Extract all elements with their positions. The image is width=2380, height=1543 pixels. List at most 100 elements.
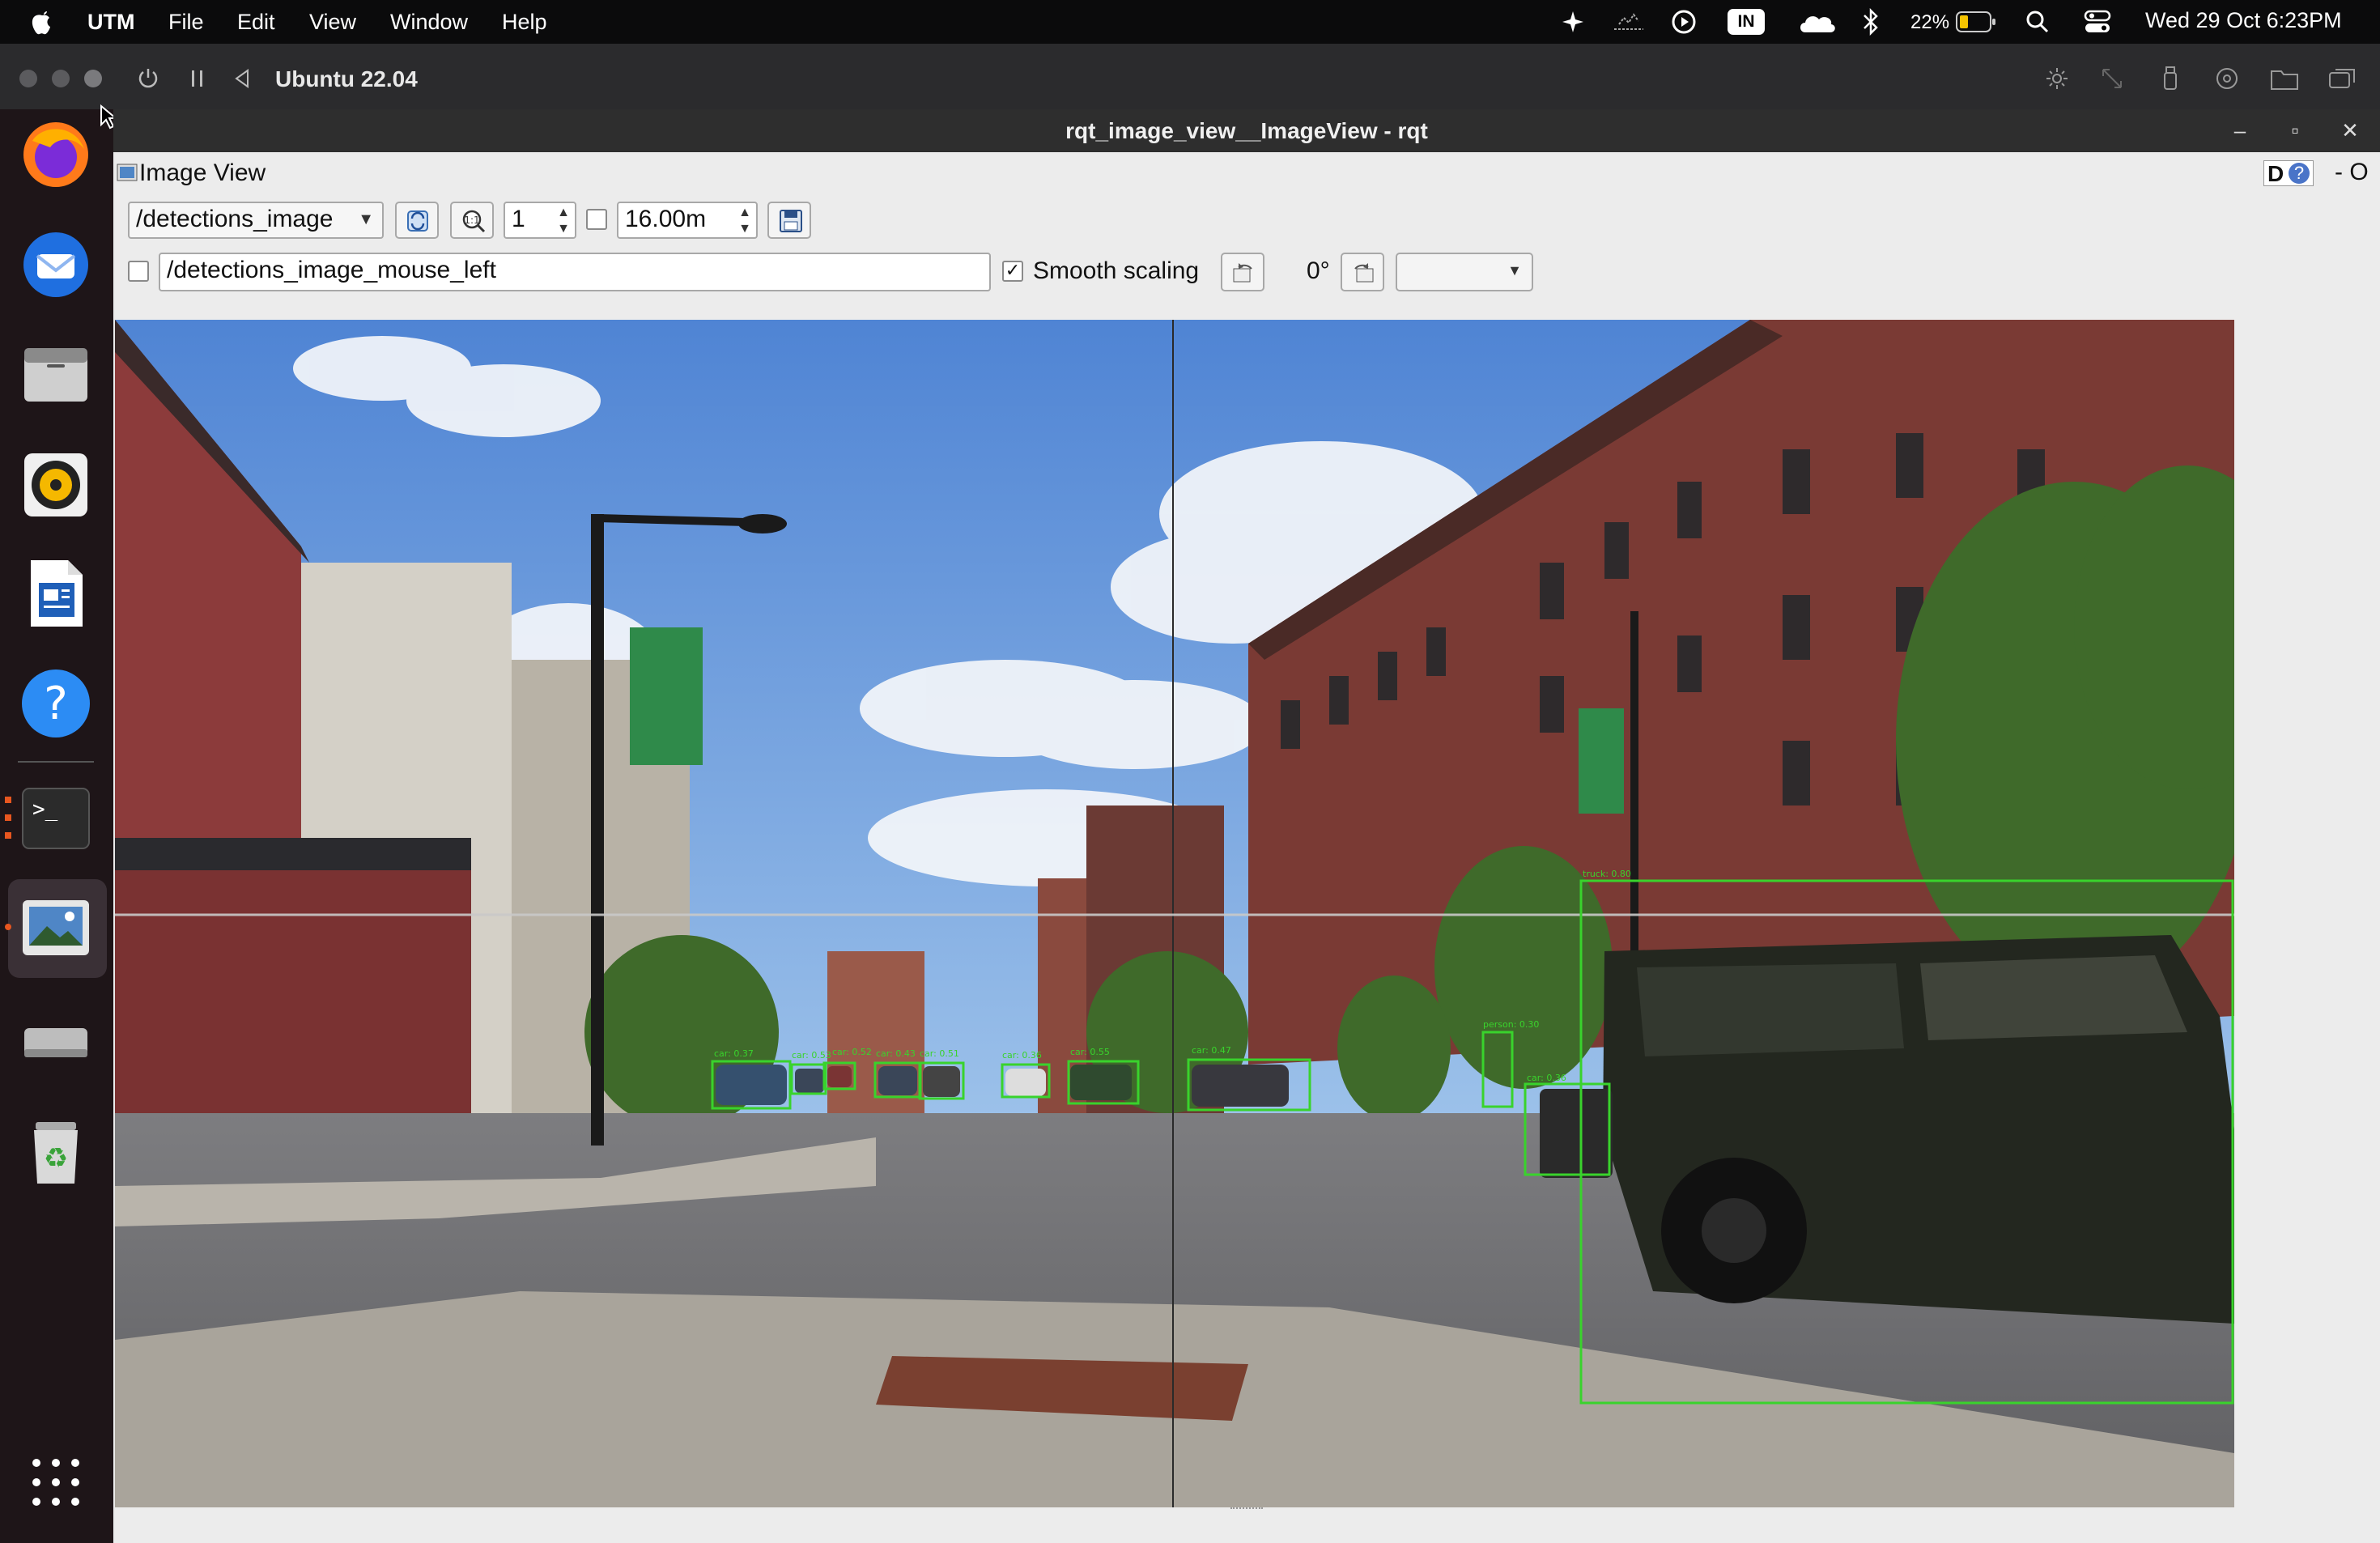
mouse-topic-input[interactable]: /detections_image_mouse_left [159, 253, 991, 291]
vm-name: Ubuntu 22.04 [275, 66, 418, 91]
plugin-title: Image View [139, 159, 266, 186]
window-maximize-button[interactable]: ▫ [2276, 112, 2314, 149]
detection-label: car: 0.51 [920, 1048, 959, 1059]
shared-folder-icon[interactable] [2270, 66, 2299, 91]
macos-menubar: UTM File Edit View Window Help IN 22% We… [0, 0, 2380, 44]
resize-grip[interactable] [1230, 1507, 1263, 1514]
menu-file[interactable]: File [168, 10, 204, 35]
bluetooth-icon[interactable] [1862, 8, 1880, 36]
plugin-d-button[interactable]: D ? [2263, 160, 2314, 186]
menu-app-utm[interactable]: UTM [87, 10, 134, 35]
window-minimize-dot[interactable] [52, 70, 70, 87]
rotate-right-button[interactable] [1341, 253, 1384, 291]
detection-label: car: 0.36 [1527, 1073, 1566, 1083]
help-circle-icon[interactable]: ? [2289, 163, 2310, 184]
svg-text:♻: ♻ [44, 1142, 68, 1175]
image-viewer-icon[interactable] [18, 891, 94, 967]
smooth-scaling-checkbox[interactable]: ✓ [1002, 261, 1023, 282]
zoom-value: 1 [512, 206, 525, 232]
drive-dock-icon[interactable] [18, 1004, 94, 1080]
help-icon[interactable]: ? [18, 665, 94, 742]
chevron-down-icon: ▼ [358, 210, 374, 228]
control-center-icon[interactable] [2084, 9, 2111, 35]
spotlight-search-icon[interactable] [2025, 10, 2050, 34]
image-view-plugin-icon [117, 164, 138, 181]
rotate-left-icon [1233, 263, 1252, 283]
save-icon [780, 210, 802, 232]
detection-label: person: 0.30 [1483, 1019, 1539, 1030]
window-zoom-dot[interactable] [84, 70, 102, 87]
topic-value: /detections_image [136, 206, 334, 232]
svg-text:?: ? [44, 678, 68, 730]
zoom-button[interactable]: 1:1 [450, 202, 494, 239]
plugin-extra-controls[interactable]: - O [2335, 159, 2369, 186]
image-viewer-running-indicator [5, 924, 11, 930]
windows-icon[interactable] [2328, 66, 2357, 91]
rotate-right-icon [1354, 263, 1374, 283]
publish-mouse-checkbox[interactable] [128, 261, 149, 282]
detection-label: car: 0.52 [832, 1047, 872, 1057]
menubar-datetime[interactable]: Wed 29 Oct 6:23PM [2145, 8, 2342, 33]
window-titlebar[interactable]: rqt_image_view__ImageView - rqt [113, 109, 2380, 152]
d-label: D [2267, 161, 2284, 186]
menu-window[interactable]: Window [390, 10, 468, 35]
detection-label: car: 0.47 [1192, 1045, 1231, 1056]
rotation-value: 0° [1307, 257, 1330, 284]
refresh-topics-button[interactable] [395, 202, 439, 239]
power-icon[interactable] [136, 66, 160, 91]
drive-icon[interactable] [2215, 66, 2239, 91]
show-apps-grid-icon[interactable] [31, 1457, 81, 1507]
rate-spinbox[interactable]: 16.00m ▲ ▼ [617, 202, 758, 239]
menu-view[interactable]: View [309, 10, 356, 35]
firefox-icon[interactable] [18, 117, 94, 193]
chevron-down-icon: ▼ [1507, 262, 1522, 278]
back-arrow-icon[interactable] [233, 68, 251, 89]
terminal-icon[interactable]: >_ [18, 780, 94, 857]
refresh-icon [407, 210, 428, 232]
mouse-topic-value: /detections_image_mouse_left [167, 257, 496, 283]
sparkle-icon[interactable] [1561, 10, 1585, 34]
rate-limit-checkbox[interactable] [586, 209, 607, 230]
rotate-left-button[interactable] [1221, 253, 1264, 291]
menu-help[interactable]: Help [502, 10, 547, 35]
window-close-button[interactable]: ✕ [2331, 112, 2369, 149]
svg-text:1:1: 1:1 [464, 215, 479, 226]
keyboard-input-badge[interactable]: IN [1728, 9, 1765, 35]
libreoffice-writer-icon[interactable] [18, 555, 94, 631]
pause-icon[interactable] [189, 68, 206, 89]
display-brightness-icon[interactable] [2045, 66, 2069, 91]
files-icon[interactable] [18, 337, 94, 413]
window-close-dot[interactable] [19, 70, 37, 87]
battery-percent: 22% [1910, 11, 1950, 33]
activity-monitor-icon[interactable] [1613, 11, 1645, 32]
zoom-fit-icon: 1:1 [462, 210, 486, 233]
smooth-scaling-label: Smooth scaling [1033, 257, 1200, 284]
terminal-running-indicator [5, 797, 11, 842]
detection-label: car: 0.55 [1070, 1047, 1110, 1057]
topic-combobox[interactable]: /detections_image ▼ [128, 202, 384, 239]
apple-logo-icon[interactable] [29, 6, 55, 37]
window-minimize-button[interactable]: – [2221, 112, 2259, 149]
spin-down-icon[interactable]: ▼ [738, 213, 751, 245]
rate-value: 16.00m [625, 206, 707, 232]
resize-icon[interactable] [2100, 66, 2124, 91]
rhythmbox-icon[interactable] [18, 447, 94, 523]
zoom-spinbox[interactable]: 1 ▲ ▼ [504, 202, 576, 239]
thunderbird-icon[interactable] [18, 227, 94, 303]
detection-label: car: 0.36 [1002, 1050, 1042, 1061]
color-scheme-combobox[interactable]: ▼ [1396, 253, 1533, 291]
detection-label: car: 0.53 [792, 1050, 831, 1061]
dock-separator [18, 761, 94, 763]
menu-edit[interactable]: Edit [237, 10, 275, 35]
detections-image-display[interactable]: truck: 0.80 car: 0.37 car: 0.53 car: 0.5… [115, 320, 2234, 1507]
svg-text:>_: >_ [32, 797, 58, 822]
battery-icon[interactable] [1956, 11, 1996, 33]
detection-label: car: 0.37 [714, 1048, 754, 1059]
cloud-icon[interactable] [1797, 11, 1838, 34]
detection-label: car: 0.43 [876, 1048, 916, 1059]
spin-down-icon[interactable]: ▼ [557, 213, 570, 245]
usb-icon[interactable] [2158, 65, 2182, 92]
play-circle-icon[interactable] [1671, 9, 1697, 35]
save-image-button[interactable] [767, 202, 811, 239]
trash-icon[interactable]: ♻ [18, 1114, 94, 1190]
